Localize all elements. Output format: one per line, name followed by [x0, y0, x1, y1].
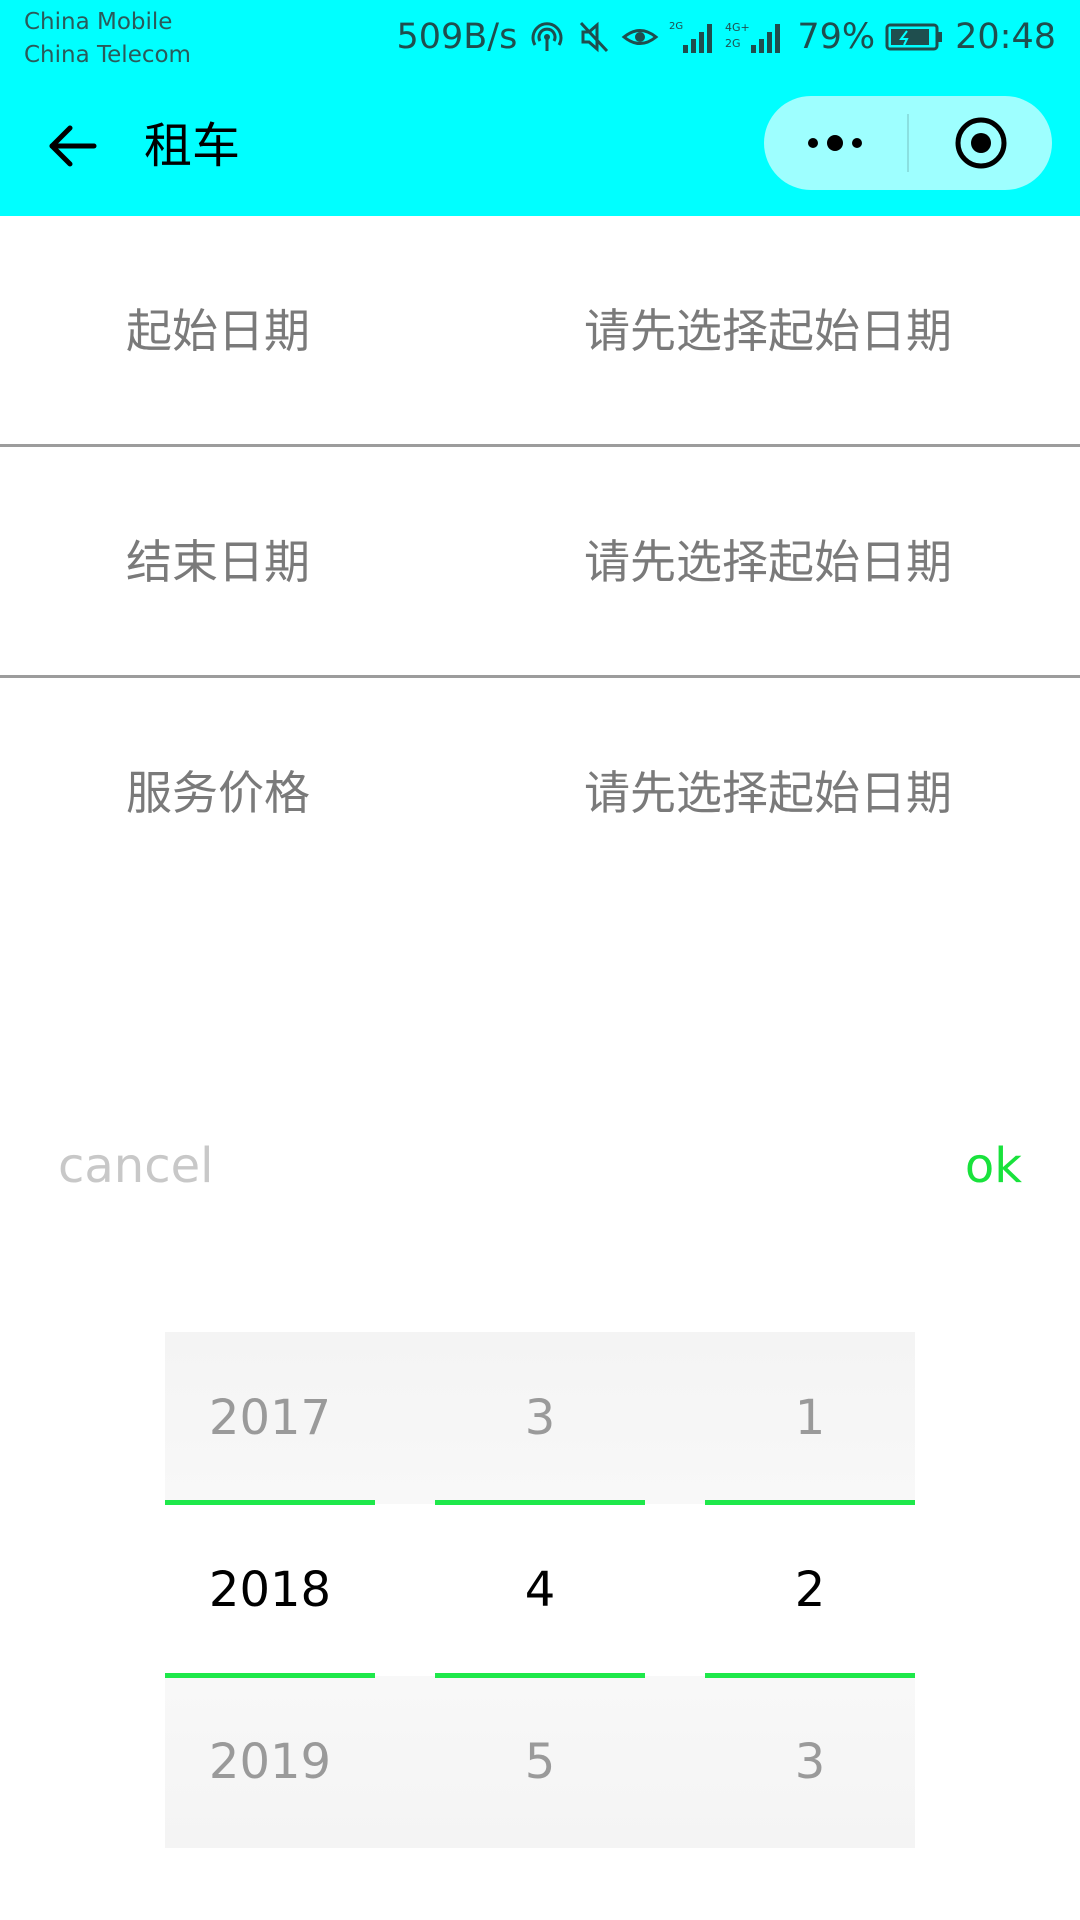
- more-button[interactable]: [764, 96, 906, 190]
- cancel-button[interactable]: cancel: [58, 1138, 213, 1194]
- service-price-row[interactable]: 服务价格 请先选择起始日期: [0, 678, 1080, 908]
- more-dots-icon: [808, 135, 862, 151]
- carrier-1: China Mobile: [24, 9, 173, 35]
- close-button[interactable]: [910, 96, 1052, 190]
- signal-2g-icon: 2G: [669, 19, 715, 55]
- picker-option[interactable]: 3: [435, 1332, 645, 1504]
- picker-option-selected[interactable]: 2018: [165, 1504, 375, 1676]
- ok-button[interactable]: ok: [965, 1138, 1022, 1194]
- clock: 20:48: [955, 17, 1056, 57]
- day-column[interactable]: 1 2 3: [705, 1332, 915, 1848]
- picker-option[interactable]: 1: [705, 1332, 915, 1504]
- hotspot-icon: [527, 19, 567, 55]
- service-price-label: 服务价格: [126, 766, 310, 820]
- start-date-label: 起始日期: [126, 304, 310, 358]
- signal-4g-icon: 4G+ 2G: [725, 19, 787, 55]
- target-circle-icon: [955, 117, 1007, 169]
- year-column[interactable]: 2017 2018 2019: [165, 1332, 375, 1848]
- svg-text:2G: 2G: [669, 21, 683, 32]
- header: China Mobile China Telecom 509B/s 2G 4G+…: [0, 0, 1080, 216]
- battery-percent: 79%: [797, 17, 876, 57]
- svg-text:2G: 2G: [725, 37, 741, 50]
- mute-icon: [577, 19, 611, 55]
- mini-program-capsule: [764, 96, 1052, 190]
- end-date-label: 结束日期: [126, 535, 310, 589]
- status-icons: 509B/s 2G 4G+ 2G 79% 20:48: [396, 12, 1056, 62]
- month-column[interactable]: 3 4 5: [435, 1332, 645, 1848]
- picker-option[interactable]: 2017: [165, 1332, 375, 1504]
- arrow-left-icon: [49, 125, 97, 167]
- picker-option-selected[interactable]: 4: [435, 1504, 645, 1676]
- service-price-value: 请先选择起始日期: [584, 766, 952, 820]
- capsule-divider: [907, 114, 909, 172]
- page-title: 租车: [144, 118, 241, 174]
- picker-header: cancel ok: [0, 1120, 1080, 1220]
- date-picker[interactable]: 2017 2018 2019 3 4 5 1 2 3: [165, 1332, 915, 1848]
- carrier-2: China Telecom: [24, 42, 191, 68]
- battery-icon: [885, 22, 945, 52]
- app-root: China Mobile China Telecom 509B/s 2G 4G+…: [0, 0, 1080, 1920]
- end-date-row[interactable]: 结束日期 请先选择起始日期: [0, 447, 1080, 677]
- picker-option-selected[interactable]: 2: [705, 1504, 915, 1676]
- start-date-row[interactable]: 起始日期 请先选择起始日期: [0, 216, 1080, 446]
- picker-option[interactable]: 5: [435, 1676, 645, 1848]
- start-date-value: 请先选择起始日期: [584, 304, 952, 358]
- eye-care-icon: [621, 22, 659, 52]
- svg-text:4G+: 4G+: [725, 21, 750, 34]
- carrier-info: China Mobile China Telecom: [24, 6, 191, 72]
- end-date-value: 请先选择起始日期: [584, 535, 952, 589]
- picker-option[interactable]: 3: [705, 1676, 915, 1848]
- back-button[interactable]: [40, 114, 104, 178]
- picker-option[interactable]: 2019: [165, 1676, 375, 1848]
- net-speed: 509B/s: [396, 17, 518, 57]
- nav-bar: 租车: [0, 96, 1080, 196]
